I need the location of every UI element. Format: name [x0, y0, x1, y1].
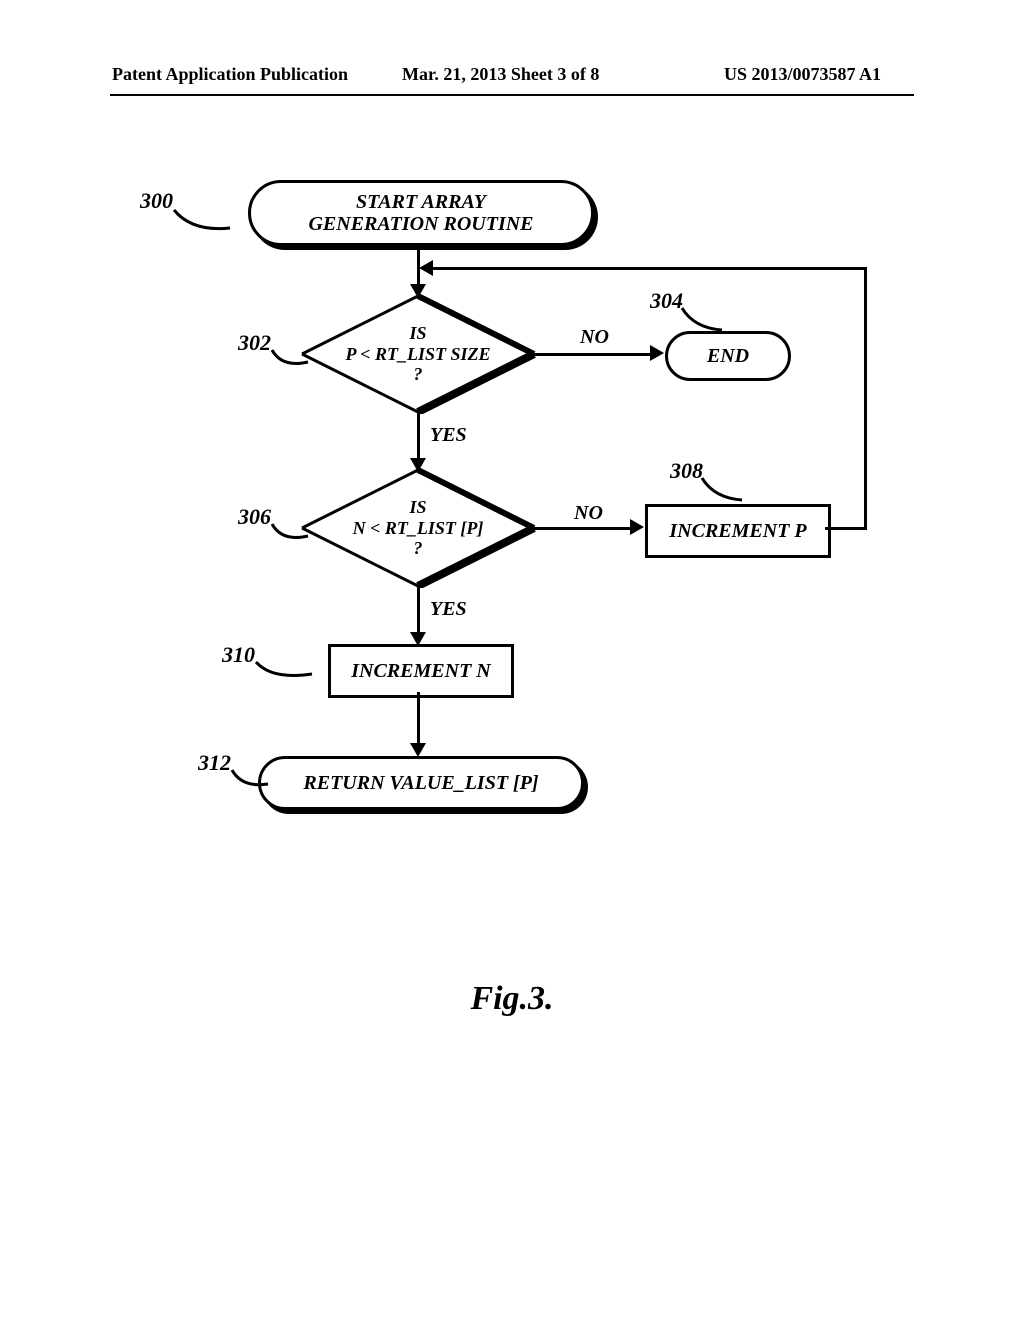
decision-306-label: IS N < RT_LIST [P] ? [300, 468, 536, 588]
arrow-right-icon [650, 345, 664, 361]
header-right: US 2013/0073587 A1 [724, 64, 881, 85]
ref-306-hook [270, 522, 310, 546]
edge-306-yes [417, 586, 420, 636]
ref-310-hook [254, 660, 314, 684]
edge-310-to-312 [417, 692, 420, 747]
terminator-return: RETURN VALUE_LIST [P] [258, 756, 584, 810]
arrow-right-icon-2 [630, 519, 644, 535]
terminator-end: END [665, 331, 791, 381]
decision-302-label: IS P < RT_LIST SIZE ? [300, 294, 536, 414]
ref-302-hook [270, 348, 310, 372]
ref-308-hook [700, 476, 744, 504]
patent-page: Patent Application Publication Mar. 21, … [0, 0, 1024, 1320]
edge-loop-h1 [825, 527, 867, 530]
arrow-down-icon-4 [410, 743, 426, 757]
ref-312-hook [230, 768, 270, 792]
terminator-start-label: START ARRAY GENERATION ROUTINE [308, 191, 533, 235]
ref-304: 304 [650, 288, 683, 314]
ref-302: 302 [238, 330, 271, 356]
ref-306: 306 [238, 504, 271, 530]
ref-300: 300 [140, 188, 173, 214]
edge-302-no-label: NO [580, 326, 609, 349]
process-308: INCREMENT P [645, 504, 831, 558]
ref-308: 308 [670, 458, 703, 484]
flowchart: 300 START ARRAY GENERATION ROUTINE IS P … [110, 180, 914, 880]
edge-302-no [534, 353, 654, 356]
edge-306-no-label: NO [574, 502, 603, 525]
edge-302-yes [417, 412, 420, 462]
edge-loop-v [864, 267, 867, 530]
terminator-start: START ARRAY GENERATION ROUTINE [248, 180, 594, 246]
process-308-label: INCREMENT P [669, 520, 806, 543]
figure-caption: Fig.3. [0, 980, 1024, 1018]
ref-300-hook [172, 208, 232, 238]
edge-302-yes-label: YES [430, 424, 467, 447]
decision-306: IS N < RT_LIST [P] ? [300, 468, 536, 588]
header-center: Mar. 21, 2013 Sheet 3 of 8 [402, 64, 599, 85]
process-310: INCREMENT N [328, 644, 514, 698]
decision-302: IS P < RT_LIST SIZE ? [300, 294, 536, 414]
ref-304-hook [680, 306, 724, 334]
edge-306-no [534, 527, 634, 530]
header-left: Patent Application Publication [112, 64, 348, 85]
process-310-label: INCREMENT N [351, 660, 490, 683]
edge-306-yes-label: YES [430, 598, 467, 621]
page-header: Patent Application Publication Mar. 21, … [0, 64, 1024, 94]
header-rule [110, 94, 914, 96]
merge-arrow-icon [419, 260, 433, 276]
ref-312: 312 [198, 750, 231, 776]
ref-310: 310 [222, 642, 255, 668]
edge-loop-h2 [432, 267, 867, 270]
terminator-return-label: RETURN VALUE_LIST [P] [303, 772, 538, 794]
terminator-end-label: END [707, 345, 749, 367]
